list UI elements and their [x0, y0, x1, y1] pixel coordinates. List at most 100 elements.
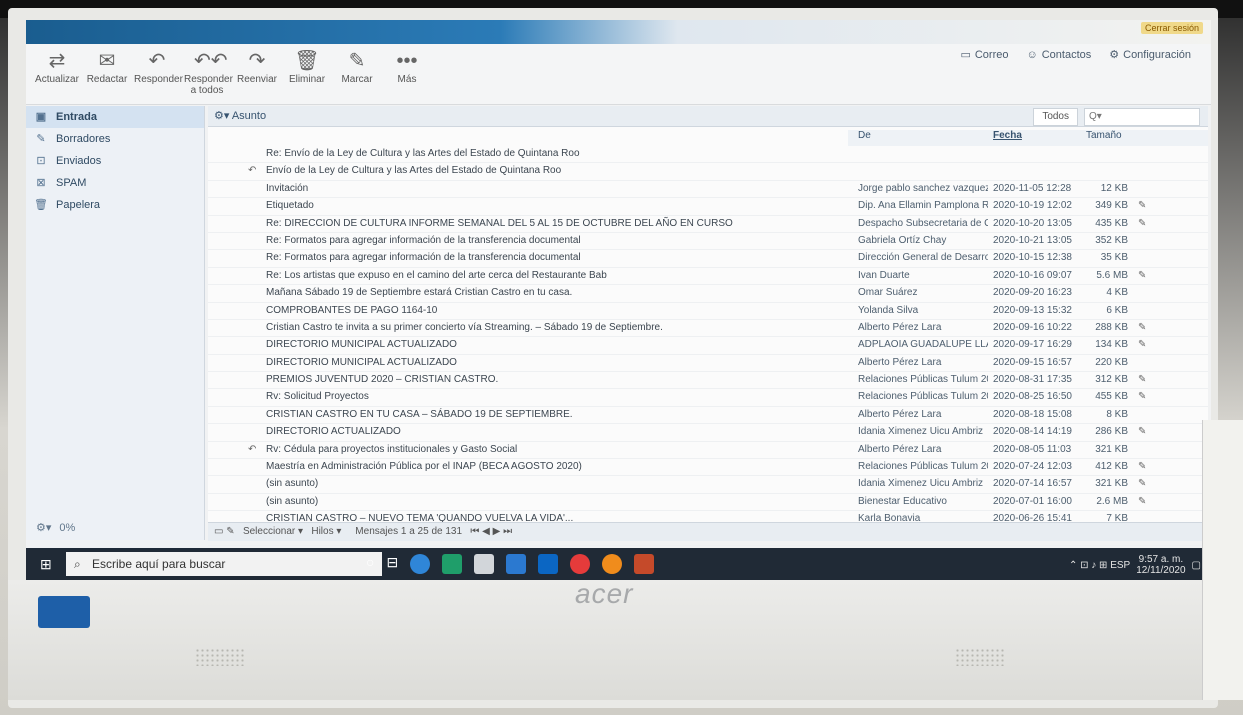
toolbar-button-refresh[interactable]: ⇄ Actualizar	[34, 50, 80, 85]
message-subject: DIRECTORIO MUNICIPAL ACTUALIZADO	[266, 356, 457, 368]
subject-column-header[interactable]: Asunto	[232, 110, 266, 122]
contacts-link[interactable]: ☺ Contactos	[1026, 48, 1091, 61]
toolbar-button-reply[interactable]: ↶ Responder	[134, 50, 183, 85]
table-row[interactable]: Rv: Solicitud Proyectos Relaciones Públic…	[208, 389, 1208, 407]
message-sender: Ivan Duarte	[858, 269, 910, 281]
sidebar-item-inbox[interactable]: ▣ Entrada	[26, 106, 204, 128]
mail-link[interactable]: ▭ Correo	[960, 48, 1008, 62]
sidebar-item-trash[interactable]: 🗑 Papelera	[26, 194, 204, 216]
edge-icon[interactable]	[410, 554, 431, 574]
drafts-icon: ✎	[36, 133, 46, 145]
message-date: 2020-10-20 13:05	[993, 217, 1072, 229]
threads-menu[interactable]: Hilos	[311, 526, 333, 537]
message-subject: DIRECTORIO MUNICIPAL ACTUALIZADO	[266, 339, 457, 351]
toolbar-button-more[interactable]: ••• Más	[384, 50, 430, 85]
app-orange-icon[interactable]	[634, 554, 655, 574]
chrome-icon[interactable]	[570, 554, 591, 574]
table-row[interactable]: (sin asunto) Bienestar Educativo 2020-07-0…	[208, 494, 1208, 512]
spam-icon: ⊠	[36, 177, 46, 189]
message-size: 435 KB	[1095, 217, 1128, 229]
settings-link[interactable]: ⚙ Configuración	[1109, 48, 1191, 62]
message-sender: Despacho Subsecretaria de Cult	[858, 217, 988, 229]
more-icon: •••	[396, 50, 418, 72]
notifications-icon[interactable]: ▢	[1192, 560, 1201, 571]
sidebar-item-spam[interactable]: ⊠ SPAM	[26, 172, 204, 194]
mail-app-icon[interactable]	[538, 554, 559, 574]
table-row[interactable]: DIRECTORIO ACTUALIZADO Idania Ximenez Uic…	[208, 424, 1208, 442]
filter-select[interactable]: Todos	[1033, 108, 1078, 126]
table-row[interactable]: Mañana Sábado 19 de Septiembre estará Cr…	[208, 285, 1208, 303]
task-switch-icon[interactable]: ⊟	[386, 554, 398, 574]
task-view-icon[interactable]: ○	[366, 554, 374, 574]
date-column-header[interactable]: Fecha	[993, 130, 1022, 141]
toolbar-button-delete[interactable]: 🗑 Eliminar	[284, 50, 330, 85]
taskbar: ⊞ ⌕ Escribe aquí para buscar ○ ⊟ ⌃ ⊡ ♪ ⊞…	[26, 548, 1211, 580]
word-icon[interactable]	[506, 554, 527, 574]
gear-icon[interactable]: ⚙▾	[36, 521, 51, 534]
table-row[interactable]: Re: Formatos para agregar información de…	[208, 250, 1208, 268]
table-row[interactable]: Invitación Jorge pablo sanchez vazquez 202…	[208, 181, 1208, 199]
attachment-icon: ✎	[1138, 391, 1147, 403]
sidebar-item-drafts[interactable]: ✎ Borradores	[26, 128, 204, 150]
list-options-icon[interactable]: ⚙▾	[214, 110, 229, 122]
delete-icon: 🗑	[294, 50, 320, 72]
sidebar-item-sent[interactable]: ⊡ Enviados	[26, 150, 204, 172]
table-row[interactable]: COMPROBANTES DE PAGO 1164-10 Yolanda Silv…	[208, 303, 1208, 320]
toolbar-button-forward[interactable]: ↷ Reenviar	[234, 50, 280, 85]
table-row[interactable]: Re: Formatos para agregar información de…	[208, 233, 1208, 251]
clock-time: 9:57 a. m.	[1138, 554, 1184, 565]
table-row[interactable]: (sin asunto) Idania Ximenez Uicu Ambriz 20…	[208, 476, 1208, 494]
table-row[interactable]: Etiquetado Dip. Ana Ellamin Pamplona Ra 20…	[208, 198, 1208, 216]
table-row[interactable]: DIRECTORIO MUNICIPAL ACTUALIZADO ADPLAOIA…	[208, 337, 1208, 355]
mark-icon: ✎	[348, 50, 366, 72]
sidebar: ▣ Entrada ✎ Borradores ⊡ Enviados ⊠ SPAM 🗑 Papele…	[26, 106, 205, 540]
table-row[interactable]: ↶ Rv: Cédula para proyectos institucional…	[208, 442, 1208, 460]
size-column-header[interactable]: Tamaño	[1086, 130, 1122, 141]
settings-label: Configuración	[1123, 48, 1191, 61]
clock[interactable]: 9:57 a. m. 12/11/2020	[1136, 554, 1185, 576]
toolbar-button-label: Eliminar	[288, 74, 326, 85]
table-row[interactable]: Maestría en Administración Pública por e…	[208, 459, 1208, 477]
app-green-icon[interactable]	[442, 554, 463, 574]
message-sender: Bienestar Educativo	[858, 495, 947, 507]
table-row[interactable]: PREMIOS JUVENTUD 2020 – CRISTIAN CASTRO.…	[208, 372, 1208, 390]
quota-indicator: 0%	[59, 521, 76, 534]
table-row[interactable]: CRISTIAN CASTRO EN TU CASA – SÁBADO 19 D…	[208, 407, 1208, 425]
refresh-icon: ⇄	[48, 50, 66, 72]
table-row[interactable]: Cristian Castro te invita a su primer co…	[208, 320, 1208, 338]
compose-icon[interactable]: ▭ ✎	[214, 526, 235, 537]
logout-link[interactable]: Cerrar sesión	[1140, 22, 1203, 34]
table-row[interactable]: Re: Envío de la Ley de Cultura y las Art…	[208, 146, 1208, 164]
message-subject: Re: Envío de la Ley de Cultura y las Art…	[266, 148, 580, 159]
clock-date: 12/11/2020	[1136, 565, 1186, 576]
taskbar-search-input[interactable]: ⌕ Escribe aquí para buscar	[66, 552, 382, 576]
windows-start-icon[interactable]: ⊞	[40, 556, 56, 572]
reply-all-icon: ↶↶	[194, 50, 228, 72]
toolbar-button-mark[interactable]: ✎ Marcar	[334, 50, 380, 85]
table-row[interactable]: Re: DIRECCION DE CULTURA INFORME SEMANAL…	[208, 216, 1208, 233]
toolbar-button-compose[interactable]: ✉ Redactar	[84, 50, 130, 85]
sidebar-footer: ⚙▾ 0%	[36, 521, 76, 535]
gear-icon: ⚙	[1109, 49, 1120, 61]
pagination-icon[interactable]: ⏮ ◀ ▶ ⏭	[470, 526, 512, 537]
attachment-icon: ✎	[1138, 478, 1147, 490]
attachment-icon: ✎	[1138, 426, 1147, 438]
message-size: 288 KB	[1095, 321, 1128, 333]
toolbar-button-label: Actualizar	[35, 74, 79, 85]
search-input[interactable]: Q▾	[1084, 108, 1200, 126]
toolbar-button-reply-all[interactable]: ↶↶ Responder a todos	[184, 50, 233, 96]
from-column-header[interactable]: De	[858, 130, 871, 141]
sidebar-item-label: Papelera	[56, 199, 101, 211]
table-row[interactable]: Re: Los artistas que expuso en el camino…	[208, 268, 1208, 286]
message-date: 2020-09-16 10:22	[993, 321, 1072, 333]
firefox-icon[interactable]	[602, 554, 623, 574]
message-date: 2020-08-25 16:50	[993, 391, 1072, 403]
message-sender: Gabriela Ortíz Chay	[858, 234, 947, 246]
select-menu[interactable]: Seleccionar	[243, 526, 295, 537]
table-row[interactable]: ↶ Envío de la Ley de Cultura y las Artes …	[208, 163, 1208, 181]
message-subject: Cristian Castro te invita a su primer co…	[266, 321, 663, 333]
table-row[interactable]: DIRECTORIO MUNICIPAL ACTUALIZADO Alberto …	[208, 355, 1208, 373]
store-icon[interactable]	[474, 554, 495, 574]
tray-icons[interactable]: ⌃ ⊡ ♪ ⊞ ESP	[1069, 560, 1130, 571]
monitor-brand-logo: acer	[575, 578, 634, 609]
